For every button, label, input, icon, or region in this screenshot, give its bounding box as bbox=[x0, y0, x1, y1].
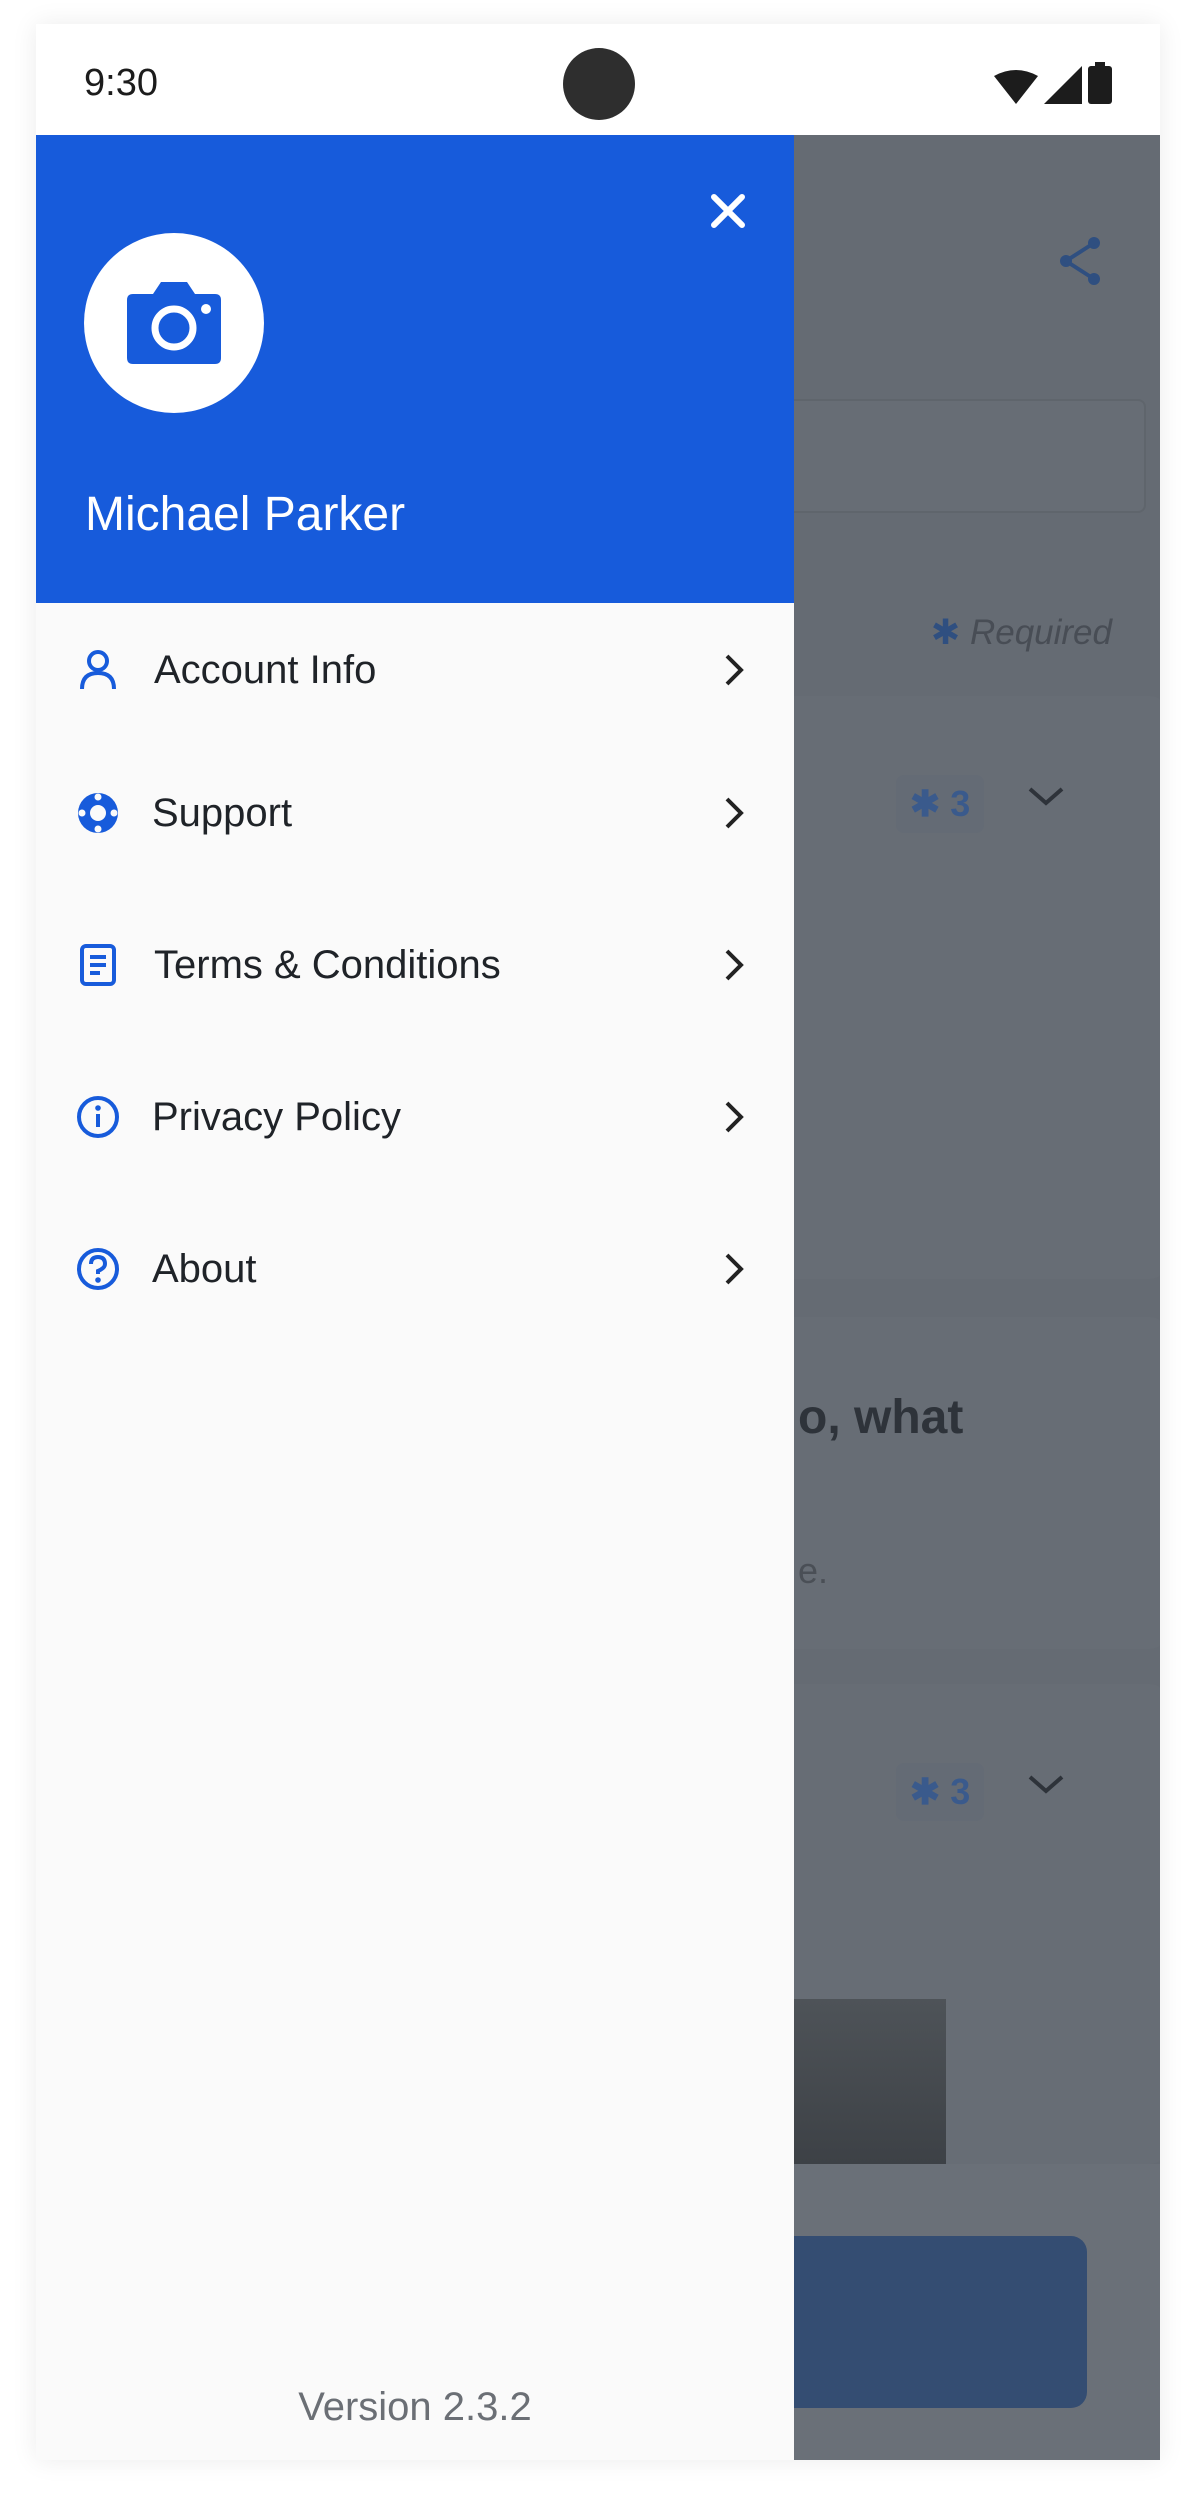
badge-count: 3 bbox=[950, 1771, 971, 1812]
chevron-down-icon[interactable] bbox=[1026, 785, 1066, 809]
share-icon[interactable] bbox=[1056, 235, 1104, 287]
photo-thumbnail[interactable] bbox=[794, 1999, 946, 2164]
user-icon bbox=[76, 648, 120, 692]
lifebuoy-icon bbox=[76, 791, 120, 835]
menu-label: Account Info bbox=[154, 647, 377, 692]
menu-item-about[interactable]: About bbox=[36, 1193, 794, 1345]
chevron-down-icon[interactable] bbox=[1026, 1773, 1066, 1797]
close-button[interactable] bbox=[700, 183, 756, 239]
menu-item-privacy-policy[interactable]: Privacy Policy bbox=[36, 1041, 794, 1193]
navigation-drawer: Michael Parker Account Info Support Term… bbox=[36, 135, 794, 2460]
camera-cutout bbox=[563, 48, 635, 120]
menu-label: Privacy Policy bbox=[152, 1094, 401, 1139]
drawer-header: Michael Parker bbox=[36, 135, 794, 603]
camera-icon bbox=[127, 282, 221, 364]
document-icon bbox=[76, 943, 120, 987]
menu-label: About bbox=[152, 1246, 257, 1291]
chevron-right-icon bbox=[725, 949, 744, 981]
menu-item-support[interactable]: Support bbox=[36, 737, 794, 889]
question-text: o, what bbox=[798, 1391, 964, 1444]
status-time: 9:30 bbox=[84, 62, 158, 104]
chevron-right-icon bbox=[725, 1253, 744, 1285]
menu-label: Terms & Conditions bbox=[154, 942, 501, 987]
required-label: ✱ Required bbox=[931, 613, 1112, 653]
system-icons bbox=[994, 62, 1112, 104]
status-bar: 9:30 bbox=[36, 24, 1160, 135]
signal-icon bbox=[1044, 66, 1082, 104]
asterisk-icon: ✱ bbox=[910, 783, 941, 824]
menu-item-account-info[interactable]: Account Info bbox=[36, 603, 794, 737]
menu-item-terms-conditions[interactable]: Terms & Conditions bbox=[36, 889, 794, 1041]
question-subtext: e. bbox=[798, 1550, 829, 1591]
chevron-right-icon bbox=[725, 654, 744, 686]
required-count-badge: ✱ 3 bbox=[896, 1763, 985, 1821]
required-text: Required bbox=[969, 613, 1112, 652]
drawer-menu: Account Info Support Terms & Conditions … bbox=[36, 603, 794, 1345]
asterisk-icon: ✱ bbox=[930, 613, 961, 652]
chevron-right-icon bbox=[725, 1101, 744, 1133]
battery-icon bbox=[1088, 62, 1112, 104]
asterisk-icon: ✱ bbox=[910, 1771, 941, 1812]
chevron-right-icon bbox=[725, 797, 744, 829]
menu-label: Support bbox=[152, 790, 293, 835]
avatar[interactable] bbox=[84, 233, 264, 413]
user-name: Michael Parker bbox=[85, 488, 406, 541]
wifi-icon bbox=[994, 70, 1038, 104]
app-version: Version 2.3.2 bbox=[298, 2385, 532, 2429]
badge-count: 3 bbox=[950, 783, 971, 824]
close-icon bbox=[711, 194, 745, 228]
info-icon bbox=[76, 1095, 120, 1139]
phone-screen: 9:30 ✱ Required ✱ 3 o, what e. ✱ 3 Micha… bbox=[36, 24, 1160, 2460]
required-count-badge: ✱ 3 bbox=[896, 775, 985, 833]
help-icon bbox=[76, 1247, 120, 1291]
